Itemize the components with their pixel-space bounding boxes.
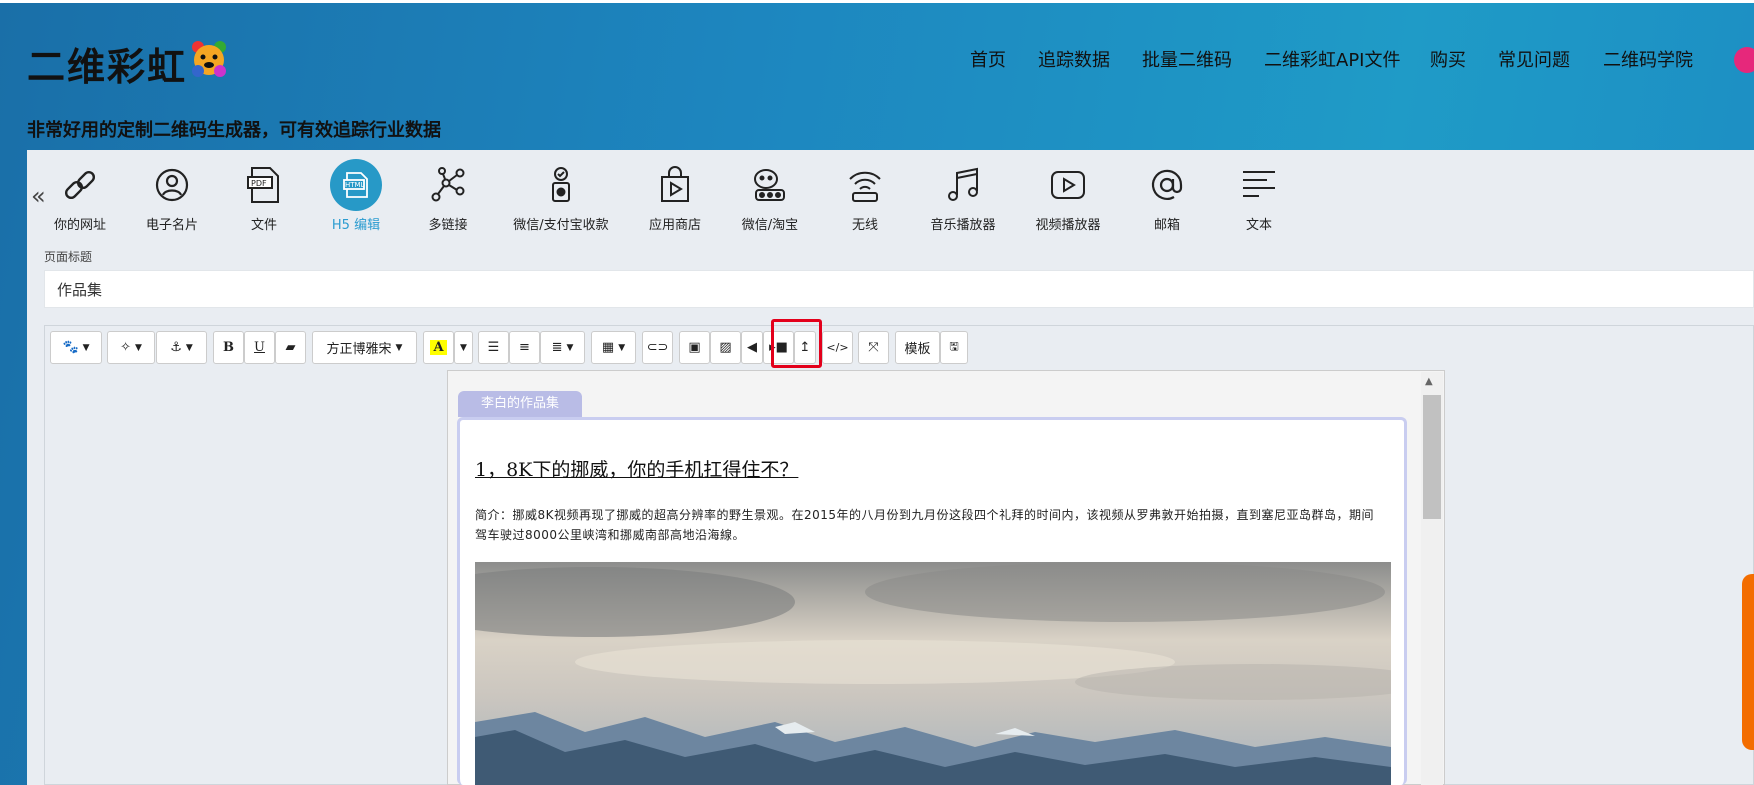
save-icon: 🖫	[949, 340, 959, 353]
type-wifi[interactable]: 无线	[810, 160, 920, 233]
font-name: 方正博雅宋	[326, 342, 392, 357]
clear-format-button[interactable]: ▰	[275, 331, 306, 364]
pdf-icon: PDF	[247, 167, 279, 203]
type-payment[interactable]: 微信/支付宝收款	[506, 160, 616, 233]
svg-text:HTML: HTML	[345, 181, 365, 189]
underline-button[interactable]: U	[244, 331, 275, 364]
code-icon: </>	[826, 341, 849, 354]
type-wechat[interactable]: 微信/淘宝	[715, 160, 825, 233]
template-button[interactable]: 模板	[895, 331, 940, 364]
nav-home[interactable]: 首页	[970, 46, 1006, 72]
image-icon: ▨	[719, 340, 732, 355]
type-video[interactable]: 视频播放器	[1013, 160, 1123, 233]
nav-api[interactable]: 二维彩虹API文件	[1264, 46, 1400, 72]
numbered-list-icon: ≡	[519, 340, 530, 355]
font-color-icon: A	[430, 340, 447, 355]
save-button[interactable]: 🖫	[940, 331, 968, 364]
payment-icon	[552, 167, 570, 202]
user-badge[interactable]	[1734, 47, 1754, 73]
link-button[interactable]: ⊂⊃	[642, 331, 673, 364]
font-color-button[interactable]: A	[423, 331, 454, 364]
logo-text[interactable]: 二维彩虹	[27, 36, 187, 91]
link-icon	[64, 170, 96, 200]
audio-button[interactable]: ◀	[741, 331, 763, 364]
type-label: 视频播放器	[1035, 218, 1101, 233]
bold-button[interactable]: B	[213, 331, 244, 364]
nav-buy[interactable]: 购买	[1430, 46, 1466, 72]
numbered-list-button[interactable]: ≡	[509, 331, 540, 364]
top-line	[0, 0, 1754, 3]
template-label: 模板	[904, 342, 931, 357]
magic-wand-icon: ✧	[120, 340, 131, 355]
nav-academy[interactable]: 二维码学院	[1603, 46, 1693, 72]
speaker-icon: ◀	[747, 340, 757, 355]
scrollbar-thumb[interactable]	[1423, 395, 1441, 519]
type-label: 应用商店	[648, 218, 701, 233]
anchor-dropdown[interactable]: ⚓ ▼	[156, 331, 207, 364]
shopping-bag-icon	[661, 166, 689, 202]
type-music[interactable]: 音乐播放器	[908, 160, 1018, 233]
type-label: 无线	[851, 218, 878, 233]
nav-batch[interactable]: 批量二维码	[1142, 46, 1232, 72]
type-multilink[interactable]: 多链接	[393, 160, 503, 233]
scroll-up-icon[interactable]: ▲	[1425, 376, 1433, 387]
paw-icon: 🐾	[62, 340, 79, 355]
fullscreen-icon: ⤧	[868, 340, 879, 355]
table-icon: ▦	[601, 340, 615, 355]
image-button[interactable]: ▨	[710, 331, 741, 364]
article-title: 1，8K下的挪威，你的手机扛得住不？	[475, 459, 799, 481]
at-icon	[1151, 169, 1183, 200]
video-icon	[1051, 171, 1085, 199]
music-icon	[948, 167, 978, 201]
bullet-list-icon: ☰	[487, 340, 500, 355]
article-description: 简介：挪威8K视频再现了挪威的超高分辨率的野生景观。在2015年的八月份到九月份…	[475, 508, 1375, 542]
person-icon	[155, 168, 189, 202]
logo-bear-icon	[192, 41, 226, 77]
eraser-icon: ▰	[285, 340, 296, 355]
align-icon: ≣	[551, 340, 563, 355]
gallery-button[interactable]: ▣	[679, 331, 710, 364]
type-label: 微信/支付宝收款	[513, 218, 609, 233]
html-icon: HTML	[343, 172, 368, 198]
font-color-caret[interactable]: ▼	[454, 331, 473, 364]
font-family-dropdown[interactable]: 方正博雅宋 ▼	[312, 331, 417, 364]
magic-dropdown[interactable]: ✧ ▼	[107, 331, 155, 364]
portfolio-tab: 李白的作品集	[458, 391, 582, 417]
wechat-icon	[754, 169, 785, 201]
type-label: 文本	[1245, 218, 1272, 233]
type-label: 多链接	[428, 218, 468, 233]
gallery-icon: ▣	[688, 340, 701, 355]
fullscreen-button[interactable]: ⤧	[858, 331, 889, 364]
bullet-list-button[interactable]: ☰	[478, 331, 509, 364]
page-title-label: 页面标题	[44, 250, 93, 264]
type-appstore[interactable]: 应用商店	[620, 160, 730, 233]
nav-tracking[interactable]: 追踪数据	[1038, 46, 1110, 72]
nav-faq[interactable]: 常见问题	[1498, 46, 1570, 72]
text-lines-icon	[1243, 171, 1275, 197]
align-dropdown[interactable]: ≣ ▼	[540, 331, 585, 364]
article-image	[475, 562, 1391, 785]
side-float-tab[interactable]	[1742, 574, 1754, 750]
type-label: 微信/淘宝	[741, 218, 799, 233]
table-dropdown[interactable]: ▦ ▼	[591, 331, 636, 364]
page-title-input[interactable]: 作品集	[44, 270, 1754, 308]
wifi-icon	[849, 171, 881, 202]
network-icon	[431, 167, 465, 202]
svg-text:PDF: PDF	[251, 179, 267, 188]
code-view-button[interactable]: </>	[822, 331, 853, 364]
anchor-icon: ⚓	[170, 340, 182, 355]
style-dropdown[interactable]: 🐾 ▼	[50, 331, 102, 364]
chain-link-icon: ⊂⊃	[646, 340, 669, 355]
type-text[interactable]: 文本	[1204, 160, 1314, 233]
slogan: 非常好用的定制二维码生成器，可有效追踪行业数据	[27, 120, 441, 141]
highlight-box	[771, 319, 822, 368]
type-label: 音乐播放器	[930, 218, 996, 233]
